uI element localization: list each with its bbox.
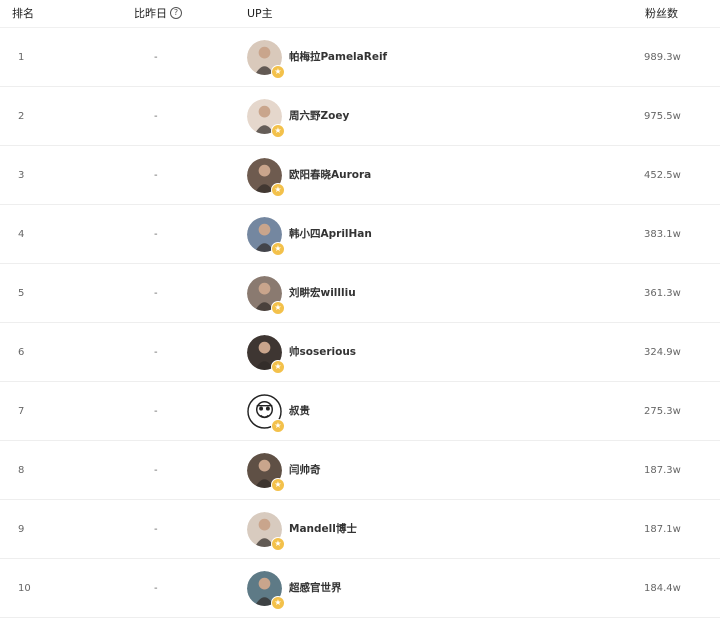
change-cell: - <box>154 111 158 122</box>
table-row[interactable]: 7 - ★ 叔贵 275.3w <box>0 382 720 441</box>
fans-cell: 275.3w <box>644 406 681 417</box>
change-cell: - <box>154 288 158 299</box>
header-rank: 排名 <box>12 7 34 20</box>
verified-badge-icon: ★ <box>271 596 285 610</box>
avatar[interactable]: ★ <box>247 571 285 610</box>
up-name-link[interactable]: 欧阳春晓Aurora <box>289 167 371 182</box>
fans-cell: 187.3w <box>644 465 681 476</box>
avatar[interactable]: ★ <box>247 512 285 551</box>
fans-cell: 383.1w <box>644 229 681 240</box>
fans-cell: 184.4w <box>644 583 681 594</box>
table-row[interactable]: 9 - ★ Mandell博士 187.1w <box>0 500 720 559</box>
up-name-link[interactable]: 帅soserious <box>289 344 356 359</box>
rank-cell: 8 <box>18 465 25 476</box>
up-name-link[interactable]: 周六野Zoey <box>289 108 349 123</box>
up-name-link[interactable]: 叔贵 <box>289 403 310 418</box>
change-cell: - <box>154 524 158 535</box>
table-row[interactable]: 1 - ★ 帕梅拉PamelaReif 989.3w <box>0 28 720 87</box>
up-name-link[interactable]: 韩小四AprilHan <box>289 226 372 241</box>
rank-cell: 1 <box>18 52 25 63</box>
header-change: 比昨日 ? <box>134 5 182 21</box>
change-cell: - <box>154 406 158 417</box>
fans-cell: 361.3w <box>644 288 681 299</box>
up-name-link[interactable]: 帕梅拉PamelaReif <box>289 49 387 64</box>
change-cell: - <box>154 465 158 476</box>
up-name-link[interactable]: 闫帅奇 <box>289 462 321 477</box>
table-row[interactable]: 5 - ★ 刘畊宏willliu 361.3w <box>0 264 720 323</box>
avatar[interactable]: ★ <box>247 394 285 433</box>
header-fans: 粉丝数 <box>645 7 678 20</box>
verified-badge-icon: ★ <box>271 183 285 197</box>
up-name-link[interactable]: Mandell博士 <box>289 521 357 536</box>
fans-cell: 187.1w <box>644 524 681 535</box>
rank-cell: 6 <box>18 347 25 358</box>
help-icon[interactable]: ? <box>170 7 182 19</box>
change-cell: - <box>154 52 158 63</box>
fans-cell: 975.5w <box>644 111 681 122</box>
verified-badge-icon: ★ <box>271 65 285 79</box>
table-row[interactable]: 8 - ★ 闫帅奇 187.3w <box>0 441 720 500</box>
avatar[interactable]: ★ <box>247 335 285 374</box>
change-cell: - <box>154 583 158 594</box>
table-body: 1 - ★ 帕梅拉PamelaReif 989.3w 2 - ★ 周六野Zoey… <box>0 28 720 618</box>
verified-badge-icon: ★ <box>271 419 285 433</box>
header-up: UP主 <box>247 7 273 20</box>
change-cell: - <box>154 229 158 240</box>
up-name-link[interactable]: 超感官世界 <box>289 580 342 595</box>
avatar[interactable]: ★ <box>247 276 285 315</box>
avatar[interactable]: ★ <box>247 99 285 138</box>
header-change-label: 比昨日 <box>134 7 167 20</box>
table-row[interactable]: 4 - ★ 韩小四AprilHan 383.1w <box>0 205 720 264</box>
avatar[interactable]: ★ <box>247 40 285 79</box>
avatar[interactable]: ★ <box>247 453 285 492</box>
change-cell: - <box>154 347 158 358</box>
fans-cell: 989.3w <box>644 52 681 63</box>
rank-cell: 9 <box>18 524 25 535</box>
table-row[interactable]: 6 - ★ 帅soserious 324.9w <box>0 323 720 382</box>
verified-badge-icon: ★ <box>271 301 285 315</box>
verified-badge-icon: ★ <box>271 478 285 492</box>
verified-badge-icon: ★ <box>271 360 285 374</box>
rank-cell: 5 <box>18 288 25 299</box>
rank-cell: 3 <box>18 170 25 181</box>
table-row[interactable]: 10 - ★ 超感官世界 184.4w <box>0 559 720 618</box>
rank-cell: 10 <box>18 583 31 594</box>
fans-cell: 452.5w <box>644 170 681 181</box>
ranking-table: 排名 比昨日 ? UP主 粉丝数 1 - ★ 帕梅拉PamelaReif 989… <box>0 0 720 618</box>
avatar[interactable]: ★ <box>247 158 285 197</box>
verified-badge-icon: ★ <box>271 537 285 551</box>
verified-badge-icon: ★ <box>271 242 285 256</box>
up-name-link[interactable]: 刘畊宏willliu <box>289 285 356 300</box>
avatar[interactable]: ★ <box>247 217 285 256</box>
rank-cell: 2 <box>18 111 25 122</box>
rank-cell: 4 <box>18 229 25 240</box>
table-row[interactable]: 3 - ★ 欧阳春晓Aurora 452.5w <box>0 146 720 205</box>
verified-badge-icon: ★ <box>271 124 285 138</box>
table-row[interactable]: 2 - ★ 周六野Zoey 975.5w <box>0 87 720 146</box>
fans-cell: 324.9w <box>644 347 681 358</box>
rank-cell: 7 <box>18 406 25 417</box>
table-header: 排名 比昨日 ? UP主 粉丝数 <box>0 0 720 28</box>
change-cell: - <box>154 170 158 181</box>
